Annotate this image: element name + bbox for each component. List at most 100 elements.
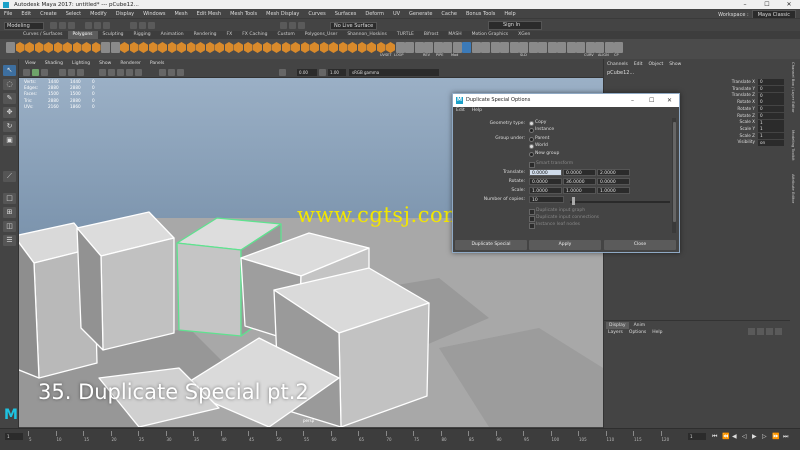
paint-select-icon[interactable]: ✎ — [3, 93, 16, 104]
shelf-tool-20-icon[interactable] — [186, 42, 196, 53]
shelf-tool-12-icon[interactable] — [110, 42, 120, 53]
shelf-tool-2-icon[interactable] — [15, 42, 25, 53]
open-scene-icon[interactable] — [59, 22, 66, 29]
shelf-tool-30-icon[interactable] — [281, 42, 291, 53]
shelf-tool-25-icon[interactable] — [234, 42, 243, 53]
isolate-select-icon[interactable] — [159, 69, 166, 76]
radio-copy[interactable]: Copy — [529, 120, 546, 126]
new-layer-icon[interactable] — [748, 328, 755, 335]
shelf-tool-6-icon[interactable] — [53, 42, 63, 53]
shelf-tool-32-icon[interactable] — [300, 42, 310, 53]
shelf-tool-7-icon[interactable] — [63, 42, 72, 53]
shelf-tool-9-icon[interactable] — [82, 42, 91, 53]
shelf-tool-13-icon[interactable] — [120, 42, 129, 53]
shelf-tool-28-icon[interactable] — [262, 42, 272, 53]
minimize-button[interactable]: – — [734, 0, 756, 9]
shelf-tool-63-icon[interactable] — [595, 42, 604, 53]
viewport-menu-panels[interactable]: Panels — [150, 61, 164, 66]
channel-value[interactable]: 0 — [758, 79, 784, 86]
select-object-icon[interactable] — [94, 22, 101, 29]
shelf-tab-curves-surfaces[interactable]: Curves / Surfaces — [18, 31, 68, 39]
menu-help[interactable]: Help — [504, 11, 515, 17]
instance-leaf-nodes-checkbox[interactable]: Instance leaf nodes — [529, 222, 580, 229]
shelf-tool-1-icon[interactable] — [6, 42, 15, 53]
scale-x-field[interactable]: 1.0000 — [529, 187, 562, 194]
menu-mesh-tools[interactable]: Mesh Tools — [230, 11, 257, 17]
menu-file[interactable]: File — [4, 11, 12, 17]
rotate-tool-icon[interactable]: ↻ — [3, 121, 16, 132]
select-hierarchy-icon[interactable] — [85, 22, 92, 29]
side-tab-modeling-toolkit[interactable]: Modeling Toolkit — [791, 130, 796, 161]
shelf-tool-36-icon[interactable] — [338, 42, 348, 53]
menu-layers[interactable]: Layers — [608, 330, 623, 335]
menu-surfaces[interactable]: Surfaces — [335, 11, 357, 17]
xray-icon[interactable] — [168, 69, 175, 76]
shelf-tool-56-icon[interactable] — [528, 42, 538, 53]
shelf-tool-53-icon[interactable] — [500, 42, 509, 53]
shelf-tab-polygons-user[interactable]: Polygons_User — [300, 31, 343, 39]
exposure-field[interactable]: 0.00 — [297, 69, 317, 76]
lasso-tool-icon[interactable]: ◌ — [3, 79, 16, 90]
tab-anim[interactable]: Anim — [631, 322, 649, 329]
channel-value[interactable]: 1 — [758, 119, 784, 126]
menu-set-dropdown[interactable]: Modeling — [4, 22, 44, 30]
shelf-tool-47-icon[interactable] — [443, 42, 452, 53]
dialog-title-bar[interactable]: M Duplicate Special Options – ☐ ✕ — [453, 94, 679, 107]
shelf-tool-27-icon[interactable] — [253, 42, 262, 53]
shelf-tool-23-icon[interactable] — [215, 42, 224, 53]
wireframe-icon[interactable] — [32, 69, 39, 76]
shelf-tool-54-icon[interactable] — [509, 42, 519, 53]
copies-slider-track[interactable] — [570, 201, 670, 203]
last-tool-icon[interactable]: ⟋ — [3, 171, 16, 182]
snap-curve-icon[interactable] — [139, 22, 146, 29]
shelf-tool-60-icon[interactable] — [566, 42, 576, 53]
rotate-z-field[interactable]: 0.0000 — [597, 178, 630, 185]
channel-menu-channels[interactable]: Channels — [607, 62, 628, 67]
go-to-end-icon[interactable]: ⏭ — [783, 433, 788, 441]
step-forward-key-icon[interactable]: ⏩ — [772, 433, 779, 440]
scale-z-field[interactable]: 1.0000 — [597, 187, 630, 194]
channel-menu-object[interactable]: Object — [649, 62, 664, 67]
move-tool-icon[interactable]: ✥ — [3, 107, 16, 118]
duplicate-special-button[interactable]: Duplicate Special — [455, 240, 527, 250]
shelf-tab-polygons[interactable]: Polygons — [67, 31, 98, 39]
duplicate-input-graph-checkbox[interactable]: Duplicate input graph — [529, 208, 585, 215]
viewport-menu-lighting[interactable]: Lighting — [72, 61, 90, 66]
shelf-tab-turtle[interactable]: TURTLE — [392, 31, 419, 39]
copies-slider-handle[interactable] — [572, 197, 575, 205]
step-back-icon[interactable]: ◀ — [732, 433, 737, 440]
channel-row-scale-x[interactable]: Scale X1 — [700, 119, 784, 126]
ipr-render-icon[interactable] — [289, 22, 296, 29]
menu-modify[interactable]: Modify — [90, 11, 107, 17]
channel-value[interactable]: 0 — [758, 106, 784, 113]
shelf-tool-8-icon[interactable] — [72, 42, 82, 53]
shelf-tool-49-icon[interactable] — [462, 42, 471, 53]
shelf-tool-48-icon[interactable] — [452, 42, 462, 53]
menu-bonus-tools[interactable]: Bonus Tools — [466, 11, 495, 17]
time-slider[interactable] — [0, 428, 800, 450]
channel-row-scale-y[interactable]: Scale Y1 — [700, 126, 784, 133]
channel-row-translate-z[interactable]: Translate Z0 — [700, 92, 784, 99]
shelf-tool-35-icon[interactable] — [329, 42, 338, 53]
lights-icon[interactable] — [117, 69, 124, 76]
dialog-scrollbar[interactable] — [672, 118, 676, 233]
menu-help[interactable]: Help — [652, 330, 662, 335]
shelf-tool-58-icon[interactable] — [547, 42, 557, 53]
save-scene-icon[interactable] — [68, 22, 75, 29]
shelf-tool-16-icon[interactable] — [148, 42, 158, 53]
radio-new-group[interactable]: New group — [529, 151, 559, 157]
channel-row-rotate-z[interactable]: Rotate Z0 — [700, 113, 784, 120]
grid-toggle-icon[interactable] — [59, 69, 66, 76]
shelf-tool-44-icon[interactable] — [414, 42, 424, 53]
go-to-start-icon[interactable]: ⏮ — [712, 433, 717, 441]
shelf-tool-24-icon[interactable] — [224, 42, 234, 53]
snap-grid-icon[interactable] — [130, 22, 137, 29]
rotate-y-field[interactable]: 36.0000 — [563, 178, 596, 185]
shelf-tool-39-icon[interactable] — [367, 42, 376, 53]
shelf-tool-57-icon[interactable] — [538, 42, 547, 53]
channel-row-translate-x[interactable]: Translate X0 — [700, 79, 784, 86]
shelf-tool-14-icon[interactable] — [129, 42, 139, 53]
menu-generate[interactable]: Generate — [409, 11, 432, 17]
channel-value[interactable]: on — [758, 139, 784, 146]
shelf-tool-22-icon[interactable] — [205, 42, 215, 53]
